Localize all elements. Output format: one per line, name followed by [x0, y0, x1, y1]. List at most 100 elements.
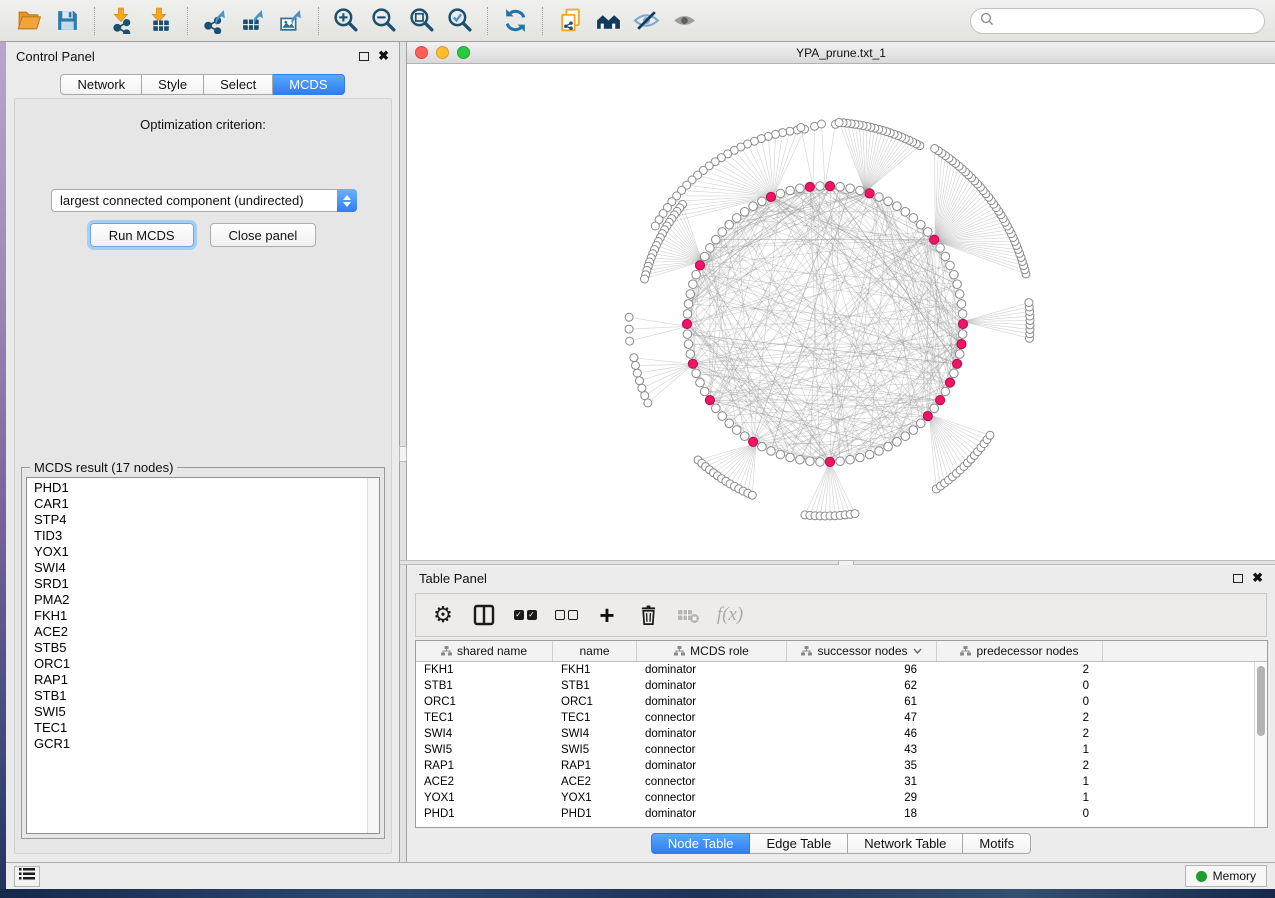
table-row[interactable]: TEC1TEC1connector472: [416, 710, 1254, 726]
column-header-shared-name[interactable]: shared name: [416, 641, 553, 661]
table-row[interactable]: ACE2ACE2connector311: [416, 774, 1254, 790]
mcds-result-item[interactable]: YOX1: [27, 544, 367, 560]
mcds-result-item[interactable]: ORC1: [27, 656, 367, 672]
mcds-result-item[interactable]: PMA2: [27, 592, 367, 608]
mcds-result-item[interactable]: SRD1: [27, 576, 367, 592]
table-cell: dominator: [637, 662, 787, 678]
mcds-result-item[interactable]: TEC1: [27, 720, 367, 736]
table-row[interactable]: STB1STB1dominator620: [416, 678, 1254, 694]
mcds-result-item[interactable]: GCR1: [27, 736, 367, 752]
import-network-icon[interactable]: [106, 6, 138, 36]
table-cell: PHD1: [553, 806, 637, 822]
export-network-icon[interactable]: [199, 6, 231, 36]
table-cell: SWI5: [553, 742, 637, 758]
zoom-in-icon[interactable]: [330, 6, 362, 36]
tab-network-table[interactable]: Network Table: [848, 833, 963, 854]
table-float-panel-icon[interactable]: [1233, 574, 1243, 583]
table-scrollbar[interactable]: [1254, 662, 1267, 827]
table-row[interactable]: SWI4SWI4dominator462: [416, 726, 1254, 742]
show-panels-button[interactable]: [14, 866, 40, 887]
table-cell: 0: [937, 678, 1103, 694]
tab-motifs[interactable]: Motifs: [963, 833, 1031, 854]
tab-select[interactable]: Select: [204, 74, 273, 95]
table-cell: FKH1: [416, 662, 553, 678]
tab-network[interactable]: Network: [60, 74, 142, 95]
table-settings-icon[interactable]: ⚙: [430, 602, 456, 628]
hide-selected-icon[interactable]: [630, 6, 662, 36]
table-cell: SWI4: [553, 726, 637, 742]
criterion-dropdown[interactable]: largest connected component (undirected): [51, 189, 357, 212]
table-row[interactable]: SWI5SWI5connector431: [416, 742, 1254, 758]
search-input[interactable]: [1000, 14, 1264, 28]
mcds-result-title: MCDS result (17 nodes): [30, 460, 177, 475]
table-cell: dominator: [637, 678, 787, 694]
mcds-result-item[interactable]: PHD1: [27, 480, 367, 496]
first-neighbors-icon[interactable]: [592, 6, 624, 36]
close-panel-icon[interactable]: ✖: [378, 51, 389, 61]
table-cell: RAP1: [416, 758, 553, 774]
search-box[interactable]: [970, 8, 1265, 34]
network-window-titlebar[interactable]: YPA_prune.txt_1: [407, 42, 1275, 64]
select-all-icon[interactable]: ✓✓: [512, 602, 538, 628]
table-row[interactable]: ORC1ORC1dominator610: [416, 694, 1254, 710]
column-header-predecessor-nodes[interactable]: predecessor nodes: [937, 641, 1103, 661]
zoom-selected-icon[interactable]: [444, 6, 476, 36]
column-header-MCDS-role[interactable]: MCDS role: [637, 641, 787, 661]
export-table-icon[interactable]: [237, 6, 269, 36]
mcds-result-item[interactable]: ACE2: [27, 624, 367, 640]
float-panel-icon[interactable]: [359, 52, 369, 61]
table-cell: RAP1: [553, 758, 637, 774]
mcds-result-item[interactable]: FKH1: [27, 608, 367, 624]
network-canvas[interactable]: [407, 64, 1275, 560]
network-graph[interactable]: [407, 64, 1275, 560]
zoom-out-icon[interactable]: [368, 6, 400, 36]
mcds-result-item[interactable]: SWI4: [27, 560, 367, 576]
table-cell: PHD1: [416, 806, 553, 822]
tab-node-table[interactable]: Node Table: [651, 833, 751, 854]
save-session-icon[interactable]: [51, 6, 83, 36]
table-row[interactable]: PHD1PHD1dominator180: [416, 806, 1254, 822]
run-mcds-button[interactable]: Run MCDS: [90, 223, 194, 247]
mcds-result-item[interactable]: STB1: [27, 688, 367, 704]
open-session-icon[interactable]: [13, 6, 45, 36]
copy-network-icon[interactable]: [554, 6, 586, 36]
export-image-icon[interactable]: [275, 6, 307, 36]
mcds-result-item[interactable]: SWI5: [27, 704, 367, 720]
mcds-result-item[interactable]: TID3: [27, 528, 367, 544]
table-close-panel-icon[interactable]: ✖: [1252, 573, 1263, 583]
mcds-result-item[interactable]: RAP1: [27, 672, 367, 688]
deselect-all-icon[interactable]: [553, 602, 579, 628]
tab-style[interactable]: Style: [142, 74, 204, 95]
add-column-icon[interactable]: +: [594, 602, 620, 628]
close-panel-button[interactable]: Close panel: [210, 223, 317, 247]
delete-column-icon[interactable]: [635, 602, 661, 628]
show-all-icon[interactable]: [668, 6, 700, 36]
table-toolbar: ⚙✓✓+f(x): [415, 593, 1267, 637]
vertical-splitter-handle[interactable]: [399, 446, 407, 462]
table-cell: 61: [787, 694, 937, 710]
table-cell: 62: [787, 678, 937, 694]
mcds-result-item[interactable]: CAR1: [27, 496, 367, 512]
table-scrollbar-thumb[interactable]: [1257, 666, 1265, 736]
split-panel-icon[interactable]: [471, 602, 497, 628]
mcds-list-scrollbar[interactable]: [367, 478, 379, 833]
import-table-icon[interactable]: [144, 6, 176, 36]
tab-edge-table[interactable]: Edge Table: [750, 833, 848, 854]
control-panel-title: Control Panel: [16, 49, 359, 64]
table-cell: 18: [787, 806, 937, 822]
memory-button[interactable]: Memory: [1185, 865, 1267, 887]
refresh-view-icon[interactable]: [499, 6, 531, 36]
main-toolbar: [0, 0, 1275, 42]
node-table-body: FKH1FKH1dominator962STB1STB1dominator620…: [416, 662, 1254, 827]
vertical-splitter[interactable]: [400, 42, 407, 862]
column-header-name[interactable]: name: [553, 641, 637, 661]
mcds-result-item[interactable]: STB5: [27, 640, 367, 656]
table-row[interactable]: YOX1YOX1connector291: [416, 790, 1254, 806]
tab-mcds[interactable]: MCDS: [273, 74, 344, 95]
zoom-fit-icon[interactable]: [406, 6, 438, 36]
mcds-result-item[interactable]: STP4: [27, 512, 367, 528]
table-row[interactable]: RAP1RAP1dominator352: [416, 758, 1254, 774]
table-row[interactable]: FKH1FKH1dominator962: [416, 662, 1254, 678]
mcds-result-list[interactable]: PHD1CAR1STP4TID3YOX1SWI4SRD1PMA2FKH1ACE2…: [26, 477, 380, 834]
column-header-successor-nodes[interactable]: successor nodes: [787, 641, 937, 661]
